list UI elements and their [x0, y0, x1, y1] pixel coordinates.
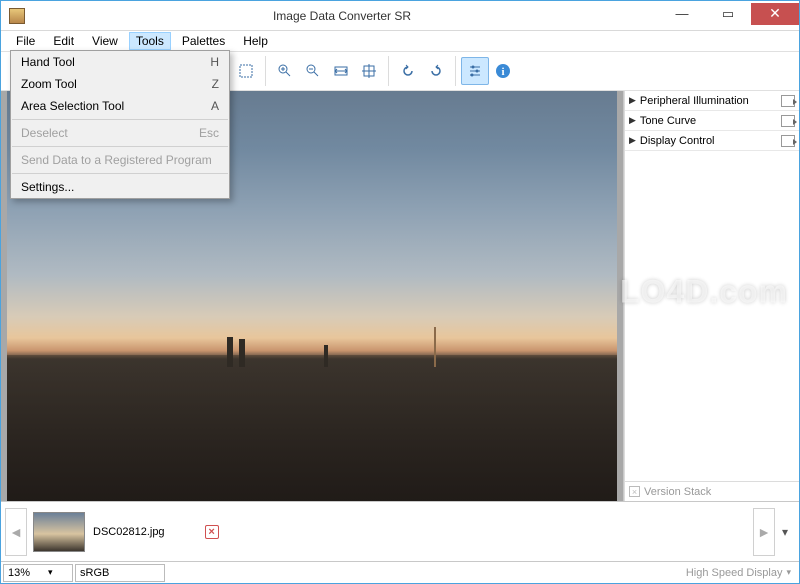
zoom-in-button[interactable]	[271, 57, 299, 85]
menu-edit[interactable]: Edit	[46, 32, 81, 50]
menu-palettes[interactable]: Palettes	[175, 32, 232, 50]
reset-icon[interactable]	[781, 115, 795, 127]
thumbnail[interactable]	[33, 512, 85, 552]
fit-width-button[interactable]	[327, 57, 355, 85]
colorspace-field[interactable]: sRGB	[75, 564, 165, 582]
minimize-button[interactable]: —	[659, 3, 705, 25]
panel-peripheral-illumination[interactable]: ▶ Peripheral Illumination	[625, 91, 799, 111]
adjust-panel-button[interactable]	[461, 57, 489, 85]
prev-image-button[interactable]: ◄	[5, 508, 27, 556]
thumbnail-filename: DSC02812.jpg	[91, 526, 165, 538]
menu-tools[interactable]: Tools	[129, 32, 171, 50]
maximize-button[interactable]: ▭	[705, 3, 751, 25]
menu-item-hand-tool[interactable]: Hand Tool H	[11, 51, 229, 73]
titlebar: Image Data Converter SR — ▭ ✕	[1, 1, 799, 31]
fit-screen-button[interactable]	[355, 57, 383, 85]
reset-icon[interactable]	[781, 135, 795, 147]
app-icon	[9, 8, 25, 24]
menu-item-deselect: Deselect Esc	[11, 122, 229, 144]
remove-thumbnail-button[interactable]: ×	[205, 525, 219, 539]
thumbnail-strip: ◄ DSC02812.jpg × ► ▾	[1, 501, 799, 561]
panel-tone-curve[interactable]: ▶ Tone Curve	[625, 111, 799, 131]
adjustment-panel: ▶ Peripheral Illumination ▶ Tone Curve ▶…	[624, 91, 799, 501]
rotate-right-button[interactable]	[422, 57, 450, 85]
menu-help[interactable]: Help	[236, 32, 275, 50]
window-title: Image Data Converter SR	[25, 9, 659, 23]
display-mode-label: High Speed Display	[686, 567, 783, 579]
area-select-button[interactable]	[232, 57, 260, 85]
menu-item-settings[interactable]: Settings...	[11, 176, 229, 198]
version-stack-bar[interactable]: × Version Stack	[625, 481, 799, 501]
menu-item-send-data: Send Data to a Registered Program	[11, 149, 229, 171]
tools-menu-dropdown: Hand Tool H Zoom Tool Z Area Selection T…	[10, 50, 230, 199]
zoom-level-field[interactable]: 13% ▾	[3, 564, 73, 582]
panel-display-control[interactable]: ▶ Display Control	[625, 131, 799, 151]
close-button[interactable]: ✕	[751, 3, 799, 25]
thumbnail-menu-dropdown[interactable]: ▾	[779, 525, 791, 539]
svg-text:i: i	[501, 66, 504, 78]
reset-icon[interactable]	[781, 95, 795, 107]
expand-icon: ▶	[629, 115, 636, 126]
next-image-button[interactable]: ►	[753, 508, 775, 556]
chevron-down-icon[interactable]: ▾	[786, 567, 791, 578]
expand-icon: ▶	[629, 135, 636, 146]
chevron-down-icon: ▾	[48, 567, 53, 578]
rotate-left-button[interactable]	[394, 57, 422, 85]
menu-view[interactable]: View	[85, 32, 125, 50]
menu-file[interactable]: File	[9, 32, 42, 50]
statusbar: 13% ▾ sRGB High Speed Display ▾	[1, 561, 799, 583]
menu-item-zoom-tool[interactable]: Zoom Tool Z	[11, 73, 229, 95]
menu-item-area-selection-tool[interactable]: Area Selection Tool A	[11, 95, 229, 117]
menubar: File Edit View Tools Palettes Help	[1, 31, 799, 51]
close-icon[interactable]: ×	[629, 486, 640, 497]
info-button[interactable]: i	[489, 57, 517, 85]
zoom-out-button[interactable]	[299, 57, 327, 85]
expand-icon: ▶	[629, 95, 636, 106]
